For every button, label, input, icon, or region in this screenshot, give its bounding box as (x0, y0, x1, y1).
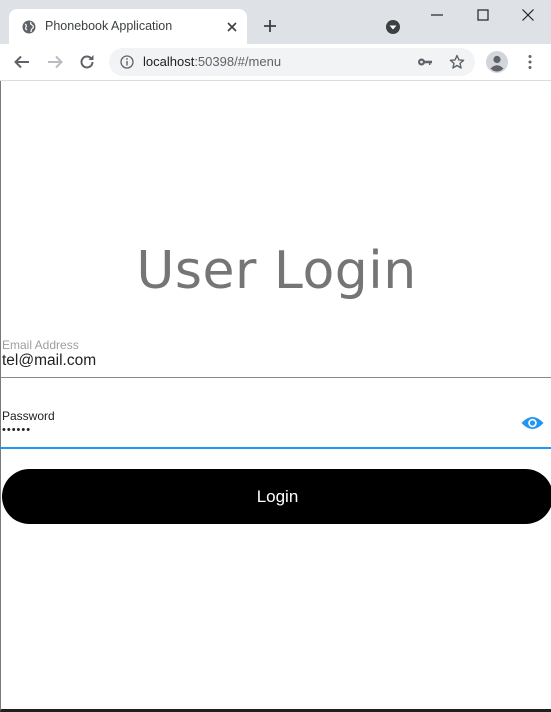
key-icon[interactable] (417, 55, 433, 69)
email-input[interactable]: tel@mail.com (2, 352, 96, 370)
close-tab-icon[interactable] (224, 19, 240, 35)
maximize-icon[interactable] (476, 8, 490, 22)
browser-tab[interactable]: Phonebook Application (9, 9, 247, 44)
url-text[interactable]: localhost:50398/#/menu (143, 54, 281, 69)
browser-tabstrip: Phonebook Application (0, 0, 551, 44)
window-close-icon[interactable] (521, 8, 535, 22)
login-page: User Login Email Address tel@mail.com Pa… (0, 81, 551, 712)
back-arrow-icon[interactable] (13, 53, 31, 71)
globe-icon (22, 20, 36, 34)
new-tab-icon[interactable] (262, 18, 278, 34)
email-field[interactable]: Email Address tel@mail.com (1, 337, 551, 378)
page-title: User Login (136, 241, 417, 301)
url-host: localhost (143, 54, 195, 69)
site-info-icon[interactable] (120, 55, 134, 69)
tab-search-icon[interactable] (385, 19, 401, 35)
profile-avatar-icon[interactable] (486, 51, 508, 73)
forward-arrow-icon[interactable] (46, 53, 64, 71)
eye-icon[interactable] (521, 415, 544, 431)
kebab-menu-icon[interactable] (522, 54, 538, 70)
password-input[interactable]: •••••• (2, 424, 31, 436)
reload-icon[interactable] (78, 53, 96, 71)
browser-toolbar: localhost:50398/#/menu (0, 44, 551, 81)
email-label: Email Address (2, 338, 79, 352)
login-button[interactable]: Login (2, 469, 551, 524)
tab-title: Phonebook Application (45, 19, 173, 33)
password-field[interactable]: Password •••••• (1, 407, 551, 449)
password-label: Password (2, 409, 55, 423)
minimize-icon[interactable] (430, 8, 444, 22)
url-path: :50398/#/menu (194, 54, 282, 69)
bookmark-star-icon[interactable] (449, 54, 465, 70)
address-bar[interactable]: localhost:50398/#/menu (109, 48, 475, 76)
